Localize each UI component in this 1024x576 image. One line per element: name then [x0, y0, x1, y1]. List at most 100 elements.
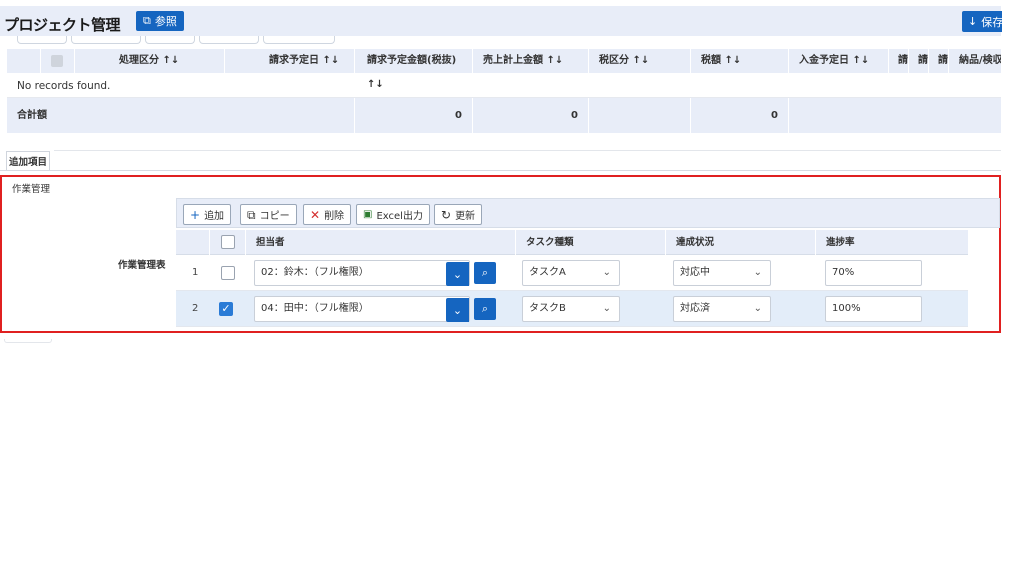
col-header[interactable]: 請 [889, 49, 909, 73]
total-empty-cell [789, 98, 1001, 133]
progress-value: 100% [832, 303, 861, 314]
chevron-down-icon: ⌄ [753, 303, 762, 314]
work-grid: 担当者 タスク種類 達成状況 進捗率 1 02：鈴木：（フル権限） ⌄ ⌕ タス… [176, 230, 968, 327]
excel-file-icon: ▣ [363, 208, 373, 220]
task-type-value: タスクA [529, 267, 566, 278]
assignee-dropdown-button[interactable]: ⌄ [446, 298, 469, 322]
total-empty-cell [589, 98, 691, 133]
divider [54, 150, 1001, 151]
chevron-down-icon: ⌄ [602, 303, 611, 314]
chevron-down-icon: ⌄ [452, 267, 463, 281]
external-link-icon: ⧉ [143, 14, 151, 27]
page-title: プロジェクト管理 [4, 16, 121, 34]
checkmark-icon: ✓ [221, 302, 231, 315]
assignee-dropdown-button[interactable]: ⌄ [446, 262, 469, 286]
chevron-down-icon: ⌄ [602, 267, 611, 278]
assignee-value: 04：田中：（フル権限） [261, 303, 369, 314]
total-row: 合計額 0 0 0 [7, 98, 1001, 133]
toolbar-button-stub[interactable] [71, 36, 141, 44]
status-value: 対応済 [680, 303, 710, 314]
empty-message: No records found. [17, 80, 111, 92]
work-grid-header: 担当者 タスク種類 達成状況 進捗率 [176, 230, 968, 255]
row-checkbox[interactable]: ✓ [219, 302, 233, 316]
select-all-checkbox[interactable] [221, 235, 235, 249]
reference-button-label: 参照 [154, 15, 177, 28]
divider [0, 170, 1001, 171]
copy-icon: ⧉ [247, 207, 256, 222]
toolbar-button-stub[interactable] [17, 36, 67, 44]
col-header[interactable]: 請求予定金額(税抜) ↑↓ [355, 49, 473, 90]
progress-value: 70% [832, 267, 855, 278]
delete-button-label: 削除 [324, 211, 345, 222]
save-button[interactable]: ↓ 保存 [962, 11, 1002, 32]
progress-input[interactable]: 100% [825, 296, 922, 322]
col-header[interactable]: 納品/検収 [949, 49, 1001, 73]
col-header[interactable]: 請 [929, 49, 949, 73]
toolbar-button-stub[interactable] [199, 36, 259, 44]
work-toolbar: + 追加 ⧉ コピー ✕ 削除 ▣ Excel出力 ↻ 更新 [176, 198, 1000, 228]
table-row: 2 ✓ 04：田中：（フル権限） ⌄ ⌕ タスクB ⌄ 対応済 ⌄ 100% [176, 291, 968, 327]
refresh-button-label: 更新 [455, 211, 476, 222]
tab-additional-items[interactable]: 追加項目 [6, 151, 51, 171]
task-type-value: タスクB [529, 303, 566, 314]
total-sales-amount: 0 [473, 98, 589, 133]
assignee-field[interactable]: 04：田中：（フル権限） [254, 296, 470, 322]
save-button-label: 保存 [981, 15, 1002, 29]
section-label: 作業管理 [12, 184, 51, 195]
toolbar-button-stub[interactable] [145, 36, 195, 44]
page: プロジェクト管理 ⧉ 参照 ↓ 保存 処理区分 ↑↓ 請求予定日 ↑↓ 請求予定… [0, 0, 1024, 576]
status-select[interactable]: 対応中 ⌄ [673, 260, 771, 286]
copy-button-label: コピー [259, 211, 290, 222]
assignee-value: 02：鈴木：（フル権限） [261, 267, 369, 278]
row-number: 1 [192, 267, 199, 278]
row-checkbox[interactable] [221, 266, 235, 280]
total-tax-amount: 0 [691, 98, 789, 133]
toolbar-button-stub[interactable] [263, 36, 335, 44]
billing-table-header: 処理区分 ↑↓ 請求予定日 ↑↓ 請求予定金額(税抜) ↑↓ 売上計上金額 ↑↓… [7, 49, 1001, 90]
status-select[interactable]: 対応済 ⌄ [673, 296, 771, 322]
task-type-select[interactable]: タスクA ⌄ [522, 260, 620, 286]
table-label: 作業管理表 [118, 260, 166, 271]
delete-button[interactable]: ✕ 削除 [303, 204, 352, 225]
select-all-checkbox[interactable] [51, 55, 63, 67]
header-rownum-cell [176, 230, 210, 255]
col-header[interactable]: 請 [909, 49, 929, 73]
reference-button[interactable]: ⧉ 参照 [136, 11, 184, 31]
header-select-cell [210, 230, 246, 255]
close-icon: ✕ [310, 207, 321, 222]
assignee-search-button[interactable]: ⌕ [474, 262, 496, 284]
empty-row: No records found. [7, 73, 1001, 98]
col-header[interactable]: 入金予定日 ↑↓ [789, 49, 889, 73]
col-header[interactable]: 売上計上金額 ↑↓ [473, 49, 589, 73]
search-icon: ⌕ [481, 266, 489, 279]
chevron-down-icon: ⌄ [452, 303, 463, 317]
arrow-down-icon: ↓ [968, 15, 978, 28]
assignee-search-button[interactable]: ⌕ [474, 298, 496, 320]
progress-input[interactable]: 70% [825, 260, 922, 286]
table-row: 1 02：鈴木：（フル権限） ⌄ ⌕ タスクA ⌄ 対応中 ⌄ 70% [176, 255, 968, 291]
add-button[interactable]: + 追加 [183, 204, 232, 225]
col-header-status: 達成状況 [666, 230, 816, 255]
excel-export-label: Excel出力 [376, 211, 423, 222]
col-header[interactable]: 税区分 ↑↓ [589, 49, 691, 73]
total-billing-amount: 0 [355, 98, 473, 133]
header-select-cell [41, 49, 75, 73]
col-header-task-type: タスク種類 [516, 230, 666, 255]
copy-button[interactable]: ⧉ コピー [240, 204, 297, 225]
header-spacer [7, 49, 41, 73]
col-header-assignee: 担当者 [246, 230, 516, 255]
total-label: 合計額 [7, 98, 355, 133]
assignee-field[interactable]: 02：鈴木：（フル権限） [254, 260, 470, 286]
col-header[interactable]: 請求予定日 ↑↓ [225, 49, 355, 73]
status-value: 対応中 [680, 267, 710, 278]
excel-export-button[interactable]: ▣ Excel出力 [356, 204, 430, 225]
col-header[interactable]: 税額 ↑↓ [691, 49, 789, 73]
col-header[interactable]: 処理区分 ↑↓ [75, 49, 225, 73]
add-button-label: 追加 [204, 211, 225, 222]
tab-stub [4, 339, 52, 343]
refresh-button[interactable]: ↻ 更新 [434, 204, 483, 225]
chevron-down-icon: ⌄ [753, 267, 762, 278]
refresh-icon: ↻ [441, 207, 452, 222]
task-type-select[interactable]: タスクB ⌄ [522, 296, 620, 322]
search-icon: ⌕ [481, 302, 489, 315]
